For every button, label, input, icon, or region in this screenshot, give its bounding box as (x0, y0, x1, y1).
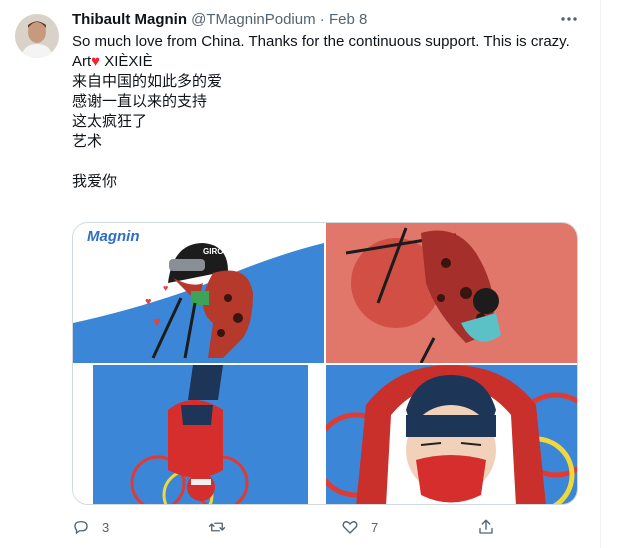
more-icon[interactable] (558, 8, 580, 30)
reply-count: 3 (102, 519, 110, 535)
media-image-2[interactable] (326, 223, 577, 363)
media-caption: Magnin (87, 228, 140, 245)
tweet-date[interactable]: Feb 8 (329, 11, 367, 28)
like-button[interactable]: 7 (341, 518, 378, 536)
helmet-text: GIRO (203, 247, 223, 256)
heart-emoji-icon: ♥ (91, 53, 101, 70)
tweet-header: Thibault Magnin @TMagninPodium · Feb 8 (72, 10, 367, 30)
tweet-text-art: Art (72, 53, 92, 70)
tweet[interactable]: Thibault Magnin @TMagninPodium · Feb 8 S… (0, 0, 601, 548)
reply-icon (74, 521, 88, 535)
tweet-text-chinese: 来自中国的如此多的爱 感谢一直以来的支持 这太疯狂了 艺术 我爱你 (72, 73, 223, 190)
tweet-actions: 3 7 (72, 518, 512, 540)
share-button[interactable] (477, 518, 495, 536)
avatar[interactable] (15, 14, 59, 58)
separator: · (319, 11, 325, 28)
tweet-text-xiexie: XIÈXIÈ (100, 53, 153, 70)
like-icon (342, 521, 358, 534)
media-image-1[interactable]: Magnin GIRO ♥ ♥ ♥ (73, 223, 324, 363)
like-count: 7 (371, 519, 379, 535)
share-icon (479, 519, 493, 534)
svg-text:♥: ♥ (163, 283, 168, 293)
reply-button[interactable]: 3 (72, 518, 109, 536)
tweet-text-line1: So much love from China. Thanks for the … (72, 33, 570, 50)
tweet-text: So much love from China. Thanks for the … (72, 32, 592, 192)
media-image-3[interactable] (73, 365, 324, 504)
svg-text:♥: ♥ (145, 296, 152, 308)
author-name[interactable]: Thibault Magnin (72, 11, 187, 28)
media-image-4[interactable] (326, 365, 577, 504)
author-handle[interactable]: @TMagninPodium (191, 11, 315, 28)
retweet-button[interactable] (208, 518, 238, 536)
svg-text:♥: ♥ (153, 314, 161, 329)
media-grid: Magnin GIRO ♥ ♥ ♥ (72, 222, 578, 505)
retweet-icon (208, 522, 226, 532)
